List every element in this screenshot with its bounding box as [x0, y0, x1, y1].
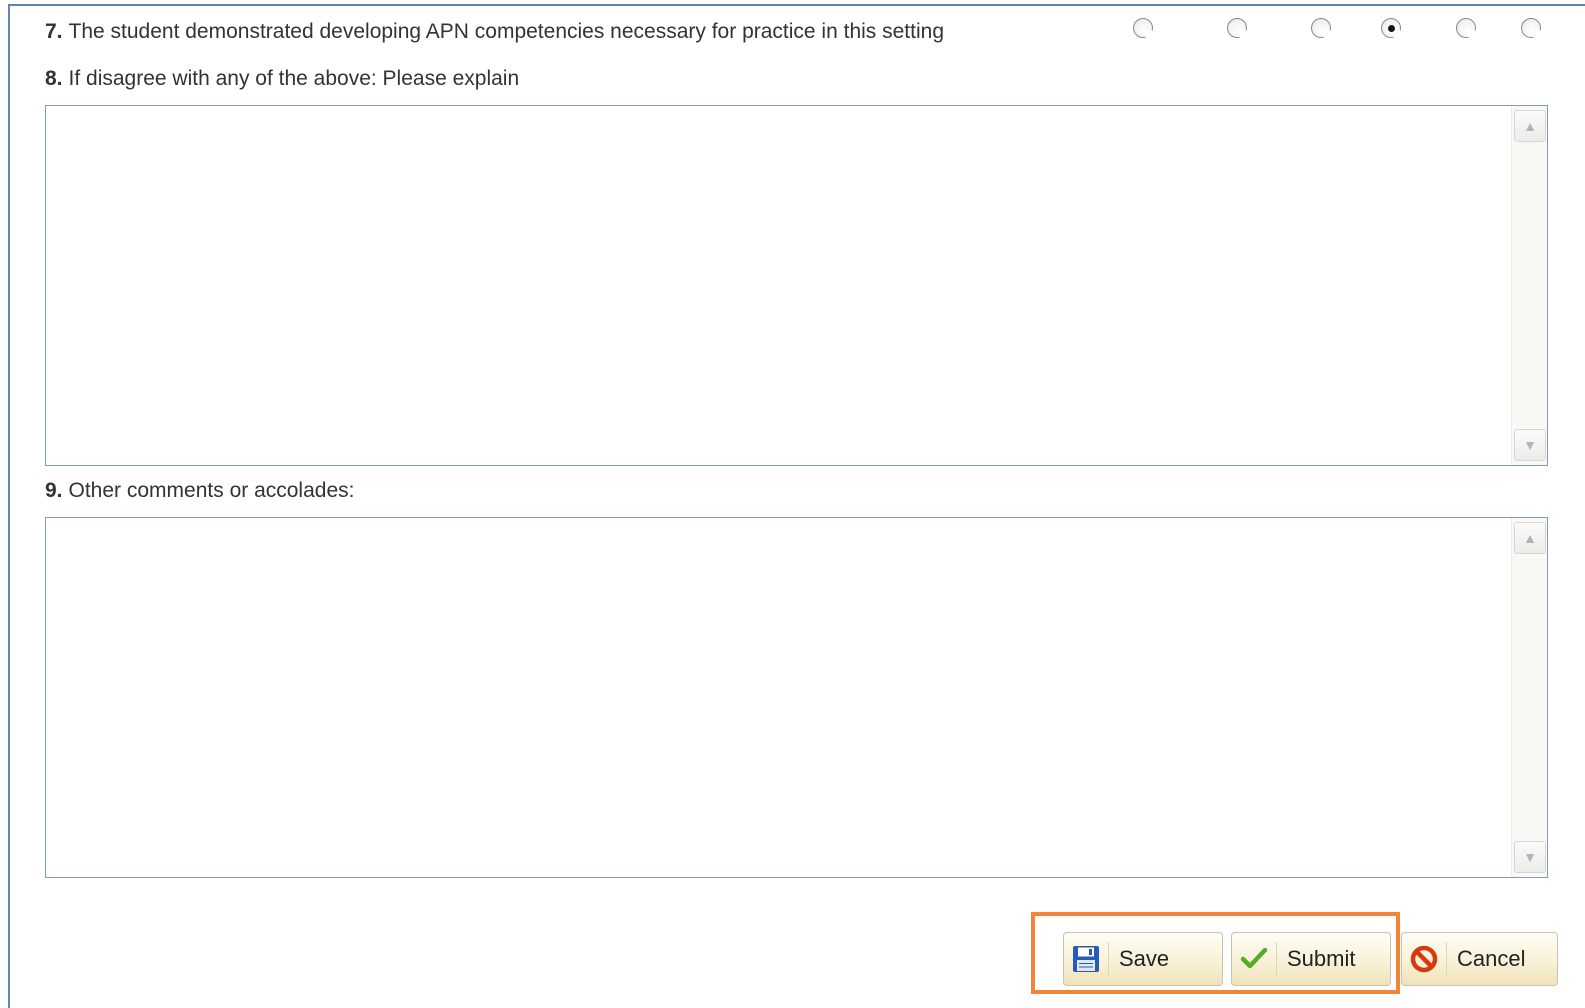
- scroll-down-button[interactable]: ▼: [1514, 841, 1546, 873]
- question-9-number: 9.: [45, 479, 63, 502]
- checkmark-icon: [1232, 944, 1276, 974]
- question-8-textarea[interactable]: [46, 106, 1508, 465]
- button-separator: [1446, 942, 1447, 976]
- scroll-down-button[interactable]: ▼: [1514, 429, 1546, 461]
- floppy-disk-icon: [1064, 944, 1108, 974]
- question-8-number: 8.: [45, 67, 63, 90]
- question-9: 9. Other comments or accolades:: [45, 479, 354, 503]
- chevron-down-icon: ▼: [1523, 437, 1537, 453]
- scroll-up-button[interactable]: ▲: [1514, 522, 1546, 554]
- scroll-up-button[interactable]: ▲: [1514, 110, 1546, 142]
- chevron-up-icon: ▲: [1523, 530, 1537, 546]
- question-9-scrollbar[interactable]: ▲ ▼: [1511, 518, 1547, 877]
- question-9-textarea[interactable]: [46, 518, 1508, 877]
- q7-option-1-radio[interactable]: [1133, 18, 1155, 40]
- submit-button-label: Submit: [1287, 946, 1356, 971]
- question-7-number: 7.: [45, 20, 63, 43]
- no-entry-icon: [1402, 944, 1446, 974]
- button-separator: [1108, 942, 1109, 976]
- q7-option-4-radio[interactable]: [1381, 18, 1403, 40]
- save-button-label: Save: [1119, 946, 1170, 971]
- question-8-textarea-box: ▲ ▼: [45, 105, 1548, 466]
- q7-option-2-radio[interactable]: [1227, 18, 1249, 40]
- button-separator: [1276, 942, 1277, 976]
- question-8: 8. If disagree with any of the above: Ple…: [45, 67, 519, 91]
- submit-button[interactable]: Submit: [1231, 932, 1391, 986]
- cancel-button-label: Cancel: [1457, 946, 1526, 971]
- radio-selected-dot: [1388, 25, 1395, 32]
- question-8-text: If disagree with any of the above: Pleas…: [68, 67, 520, 90]
- save-button[interactable]: Save: [1063, 932, 1223, 986]
- q7-option-3-radio[interactable]: [1311, 18, 1333, 40]
- q7-option-6-radio[interactable]: [1521, 18, 1543, 40]
- cancel-button[interactable]: Cancel: [1401, 932, 1558, 986]
- chevron-up-icon: ▲: [1523, 118, 1537, 134]
- question-7: 7. The student demonstrated developing AP…: [45, 20, 944, 44]
- question-9-text: Other comments or accolades:: [68, 479, 355, 502]
- question-7-text: The student demonstrated developing APN …: [68, 20, 944, 43]
- question-8-scrollbar[interactable]: ▲ ▼: [1511, 106, 1547, 465]
- chevron-down-icon: ▼: [1523, 849, 1537, 865]
- question-9-textarea-box: ▲ ▼: [45, 517, 1548, 878]
- q7-option-5-radio[interactable]: [1456, 18, 1478, 40]
